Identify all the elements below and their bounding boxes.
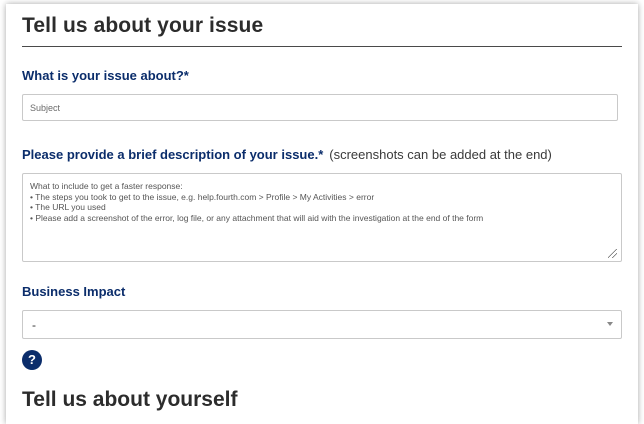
next-section-title: Tell us about yourself <box>22 388 238 411</box>
section-title: Tell us about your issue <box>22 14 264 37</box>
description-label-text: Please provide a brief description of yo… <box>22 147 319 162</box>
business-impact-selected: - <box>32 317 36 332</box>
section-divider <box>22 46 622 47</box>
description-textarea[interactable]: What to include to get a faster response… <box>22 173 622 262</box>
form-card: Tell us about your issue What is your is… <box>6 4 638 424</box>
business-impact-label: Business Impact <box>22 284 126 299</box>
chevron-down-icon <box>607 322 613 326</box>
subject-input[interactable] <box>22 94 618 121</box>
subject-required-mark: * <box>183 68 189 83</box>
description-placeholder: What to include to get a faster response… <box>30 181 484 223</box>
subject-label-text: What is your issue about? <box>22 68 184 83</box>
description-note: (screenshots can be added at the end) <box>329 147 552 162</box>
business-impact-select[interactable]: - <box>22 310 622 339</box>
description-label: Please provide a brief description of yo… <box>22 147 552 162</box>
description-required-mark: * <box>318 147 324 162</box>
resize-handle-icon[interactable] <box>608 249 617 258</box>
subject-label: What is your issue about?* <box>22 68 189 83</box>
help-icon[interactable]: ? <box>22 350 42 370</box>
